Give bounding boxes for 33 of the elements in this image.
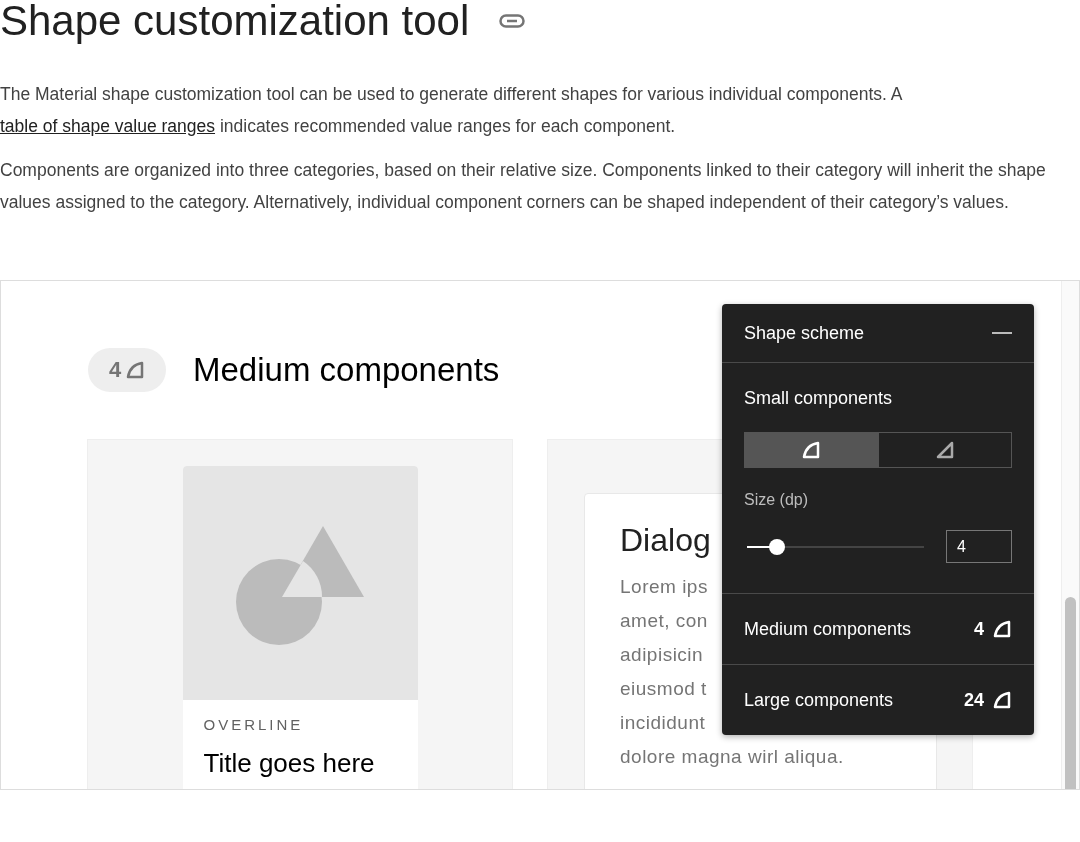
- dialog-title: Dialog: [620, 520, 711, 560]
- text-link[interactable]: table of shape value ranges: [0, 116, 216, 136]
- category-label: Large components: [744, 688, 894, 712]
- cut-corner-icon: [935, 440, 955, 460]
- rounded-corner-icon: [992, 690, 1012, 710]
- section-title: Medium components: [193, 350, 500, 390]
- rounded-corner-icon: [992, 619, 1012, 639]
- dialog-text: amet, con: [620, 608, 708, 633]
- link-icon[interactable]: [499, 14, 526, 28]
- slider-thumb[interactable]: [769, 538, 786, 555]
- category-label: Medium components: [744, 617, 912, 641]
- paragraph: Components are organized into three categories, based on their relative size. Components linked to their category will inherit the shape values assigned to the category. Alternatively, individual component corners can be shaped independent of their category’s values.: [0, 159, 1047, 214]
- dialog-text: adipisicin: [620, 642, 704, 667]
- panel-title: Shape scheme: [744, 321, 865, 345]
- shape-value[interactable]: 24: [963, 686, 984, 714]
- rounded-corner-icon: [801, 440, 821, 460]
- scrollbar[interactable]: [1061, 281, 1079, 789]
- dialog-text: eiusmod t: [620, 676, 707, 701]
- paragraph: The Material shape customization tool can be used to generate different shapes for various individual components. A table of shape value ranges indicates recommended value ranges for each component.: [0, 83, 904, 138]
- size-label: Size (dp): [744, 490, 810, 510]
- page-heading: Shape customization tool: [0, 0, 470, 42]
- shape-toggle[interactable]: [744, 432, 878, 468]
- dialog-text: incididunt: [620, 710, 706, 735]
- shape-chip: 4: [88, 347, 166, 392]
- shape-value[interactable]: 4: [974, 615, 984, 643]
- overline-text: OVERLINE: [203, 714, 305, 735]
- rounded-corner-icon: [125, 359, 146, 380]
- card-title: Title goes here: [203, 747, 376, 780]
- size-input[interactable]: 4: [946, 530, 1012, 563]
- dialog-text: Lorem ips: [620, 574, 708, 599]
- dialog-text: dolore magna wirl aliqua.: [620, 744, 844, 769]
- shape-toggle[interactable]: [878, 432, 1012, 468]
- section-label: Small components: [744, 387, 894, 410]
